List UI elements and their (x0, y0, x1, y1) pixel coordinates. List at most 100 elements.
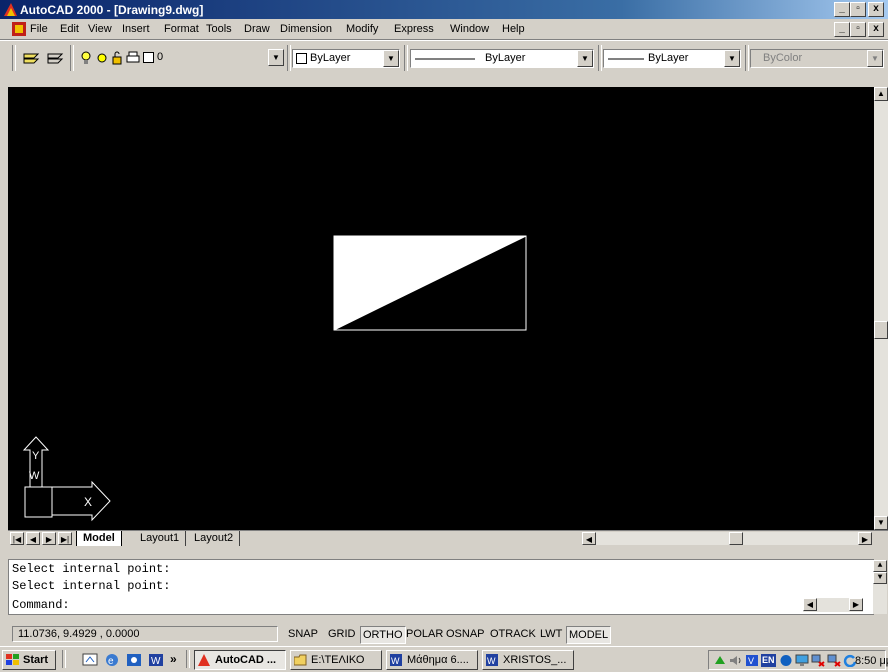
menu-modify[interactable]: Modify (346, 23, 378, 35)
tab-model[interactable]: Model (76, 531, 122, 546)
command-history-line: Select internal point: (12, 562, 171, 576)
menu-format[interactable]: Format (164, 23, 199, 35)
lineweight-sample-line (608, 58, 644, 60)
plotstyle-control[interactable]: ByColor ▼ (750, 49, 884, 68)
doc-minimize-button[interactable]: _ (834, 22, 850, 37)
document-icon[interactable] (11, 21, 27, 37)
layer-color-swatch-icon (143, 52, 154, 63)
scroll-left-button[interactable]: ◀ (582, 532, 596, 545)
object-properties-toolbar: 0 ▼ ByLayer ▼ ByLayer ▼ ByLayer ▼ ByColo… (0, 40, 888, 88)
quicklaunch-overflow-chevron[interactable]: » (170, 652, 177, 666)
command-scroll-left[interactable]: ◀ (803, 598, 817, 611)
window-title: AutoCAD 2000 - [Drawing9.dwg] (20, 3, 204, 17)
menu-draw[interactable]: Draw (244, 23, 270, 35)
menu-tools[interactable]: Tools (206, 23, 232, 35)
lineweight-dropdown-arrow[interactable]: ▼ (724, 50, 740, 67)
first-tab-button[interactable]: |◀ (10, 532, 24, 545)
antivirus-icon[interactable]: V (745, 654, 759, 667)
otrack-toggle[interactable]: OTRACK (488, 626, 538, 642)
monitor-icon[interactable] (795, 654, 809, 667)
model-toggle[interactable]: MODEL (566, 626, 612, 644)
color-dropdown-arrow[interactable]: ▼ (383, 50, 399, 67)
task-label: XRISTOS_... (503, 654, 567, 666)
command-window[interactable]: Select internal point: Select internal p… (8, 559, 887, 615)
command-hscroll[interactable]: ◀ ▶ (803, 598, 863, 612)
grid-toggle[interactable]: GRID (326, 626, 358, 642)
vertical-scrollbar[interactable]: ▲ ▼ (874, 87, 888, 530)
make-current-layer-icon[interactable] (46, 50, 64, 66)
show-desktop-icon[interactable] (82, 653, 98, 667)
coordinates-display[interactable]: 11.0736, 9.4929 , 0.0000 (12, 626, 278, 642)
command-scroll-up[interactable]: ▲ (873, 560, 887, 572)
next-tab-button[interactable]: ▶ (42, 532, 56, 545)
task-explorer-folder[interactable]: E:\ΤΕΛΙΚΟ (290, 650, 382, 670)
layer-dropdown-arrow[interactable]: ▼ (268, 49, 284, 66)
menu-dimension[interactable]: Dimension (280, 23, 332, 35)
lwt-toggle[interactable]: LWT (538, 626, 564, 642)
clock[interactable]: 8:50 μμ (855, 654, 888, 668)
taskbar-separator (186, 650, 190, 668)
title-bar: AutoCAD 2000 - [Drawing9.dwg] _ ▫ x (0, 0, 888, 19)
vertical-scroll-thumb[interactable] (874, 321, 888, 339)
snap-toggle[interactable]: SNAP (286, 626, 320, 642)
tab-layout2[interactable]: Layout2 (188, 531, 241, 546)
plotstyle-dropdown-arrow[interactable]: ▼ (867, 50, 883, 67)
menu-help[interactable]: Help (502, 23, 525, 35)
scroll-right-button[interactable]: ▶ (858, 532, 872, 545)
restore-button[interactable]: ▫ (850, 2, 866, 17)
command-scroll-down[interactable]: ▼ (873, 572, 887, 584)
outlook-express-icon[interactable] (126, 653, 142, 667)
volume-icon[interactable] (729, 654, 743, 667)
menu-window[interactable]: Window (450, 23, 489, 35)
menu-view[interactable]: View (88, 23, 112, 35)
layer-control[interactable]: 0 ▼ (76, 49, 284, 68)
lineweight-control[interactable]: ByLayer ▼ (603, 49, 741, 68)
linetype-control[interactable]: ByLayer ▼ (410, 49, 594, 68)
tab-layout1[interactable]: Layout1 (134, 531, 187, 546)
word-icon: W (390, 654, 402, 666)
minimize-button[interactable]: _ (834, 2, 850, 17)
system-tray: V EN 8:50 μμ (708, 650, 888, 670)
toolbar-grip[interactable] (12, 45, 16, 71)
command-scrollbar[interactable]: ▲ ▼ (873, 560, 887, 614)
linetype-value: ByLayer (485, 52, 526, 64)
start-button[interactable]: Start (2, 650, 56, 670)
scroll-up-button[interactable]: ▲ (874, 87, 888, 101)
linetype-sample-line (415, 58, 475, 60)
menu-insert[interactable]: Insert (122, 23, 150, 35)
autocad-app-icon[interactable] (3, 2, 18, 17)
last-tab-button[interactable]: ▶| (58, 532, 72, 545)
network-disconnected-icon[interactable] (811, 654, 825, 667)
previous-tab-button[interactable]: ◀ (26, 532, 40, 545)
internet-explorer-icon[interactable]: e (104, 653, 120, 667)
command-scroll-right[interactable]: ▶ (849, 598, 863, 611)
command-prompt[interactable]: Command: (12, 598, 70, 612)
linetype-dropdown-arrow[interactable]: ▼ (577, 50, 593, 67)
ortho-toggle[interactable]: ORTHO (360, 626, 406, 644)
scroll-down-button[interactable]: ▼ (874, 516, 888, 530)
layers-icon[interactable] (22, 50, 40, 66)
word-quicklaunch-icon[interactable]: W (148, 653, 164, 667)
doc-restore-button[interactable]: ▫ (850, 22, 866, 37)
menu-file[interactable]: File (30, 23, 48, 35)
menu-edit[interactable]: Edit (60, 23, 79, 35)
windows-taskbar: Start e W » AutoCAD ... E:\ΤΕΛΙΚΟ W Μάθη… (0, 646, 888, 672)
tray-app-icon[interactable] (779, 654, 793, 667)
polar-toggle[interactable]: POLAR (404, 626, 445, 642)
start-label: Start (23, 654, 49, 666)
close-button[interactable]: x (868, 2, 884, 17)
horizontal-scrollbar[interactable]: ◀ ▶ (582, 532, 872, 545)
task-word-xristos[interactable]: W XRISTOS_... (482, 650, 574, 670)
task-word-mathima[interactable]: W Μάθημα 6.... (386, 650, 478, 670)
drawing-area[interactable]: Y W X (8, 87, 874, 530)
language-indicator[interactable]: EN (761, 654, 776, 667)
horizontal-scroll-thumb[interactable] (729, 532, 743, 545)
color-control[interactable]: ByLayer ▼ (292, 49, 400, 68)
network-icon[interactable] (713, 654, 727, 667)
doc-close-button[interactable]: x (868, 22, 884, 37)
osnap-toggle[interactable]: OSNAP (444, 626, 487, 642)
network-disconnected-icon[interactable] (827, 654, 841, 667)
status-bar: 11.0736, 9.4929 , 0.0000 SNAP GRID ORTHO… (8, 624, 888, 644)
task-autocad[interactable]: AutoCAD ... (194, 650, 286, 670)
menu-express[interactable]: Express (394, 23, 434, 35)
